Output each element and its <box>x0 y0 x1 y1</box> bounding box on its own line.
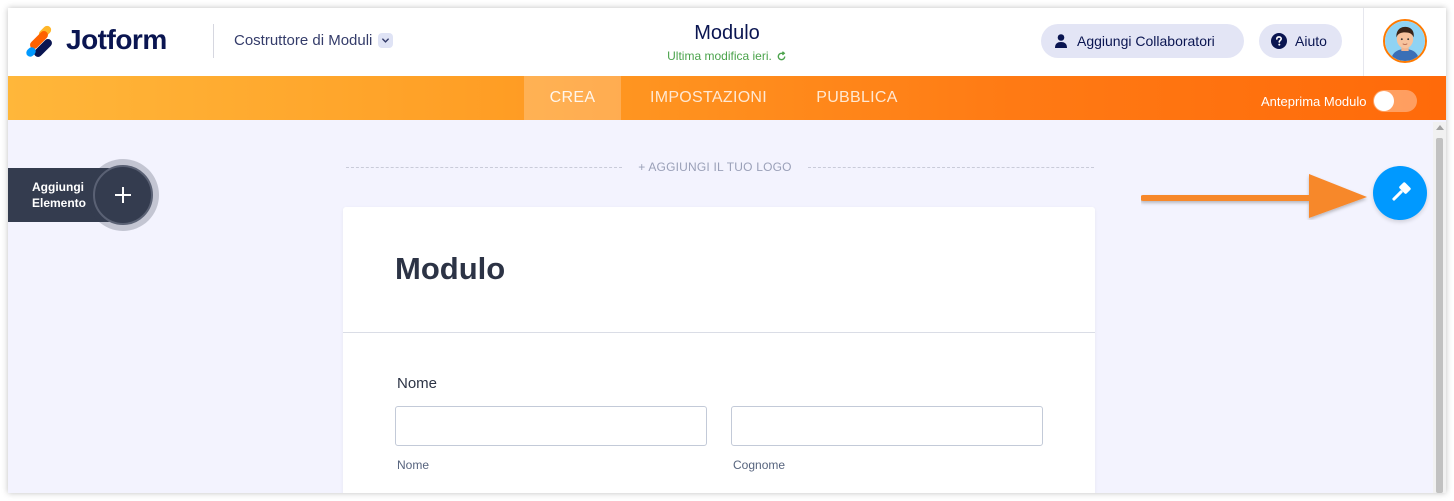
first-name-input[interactable] <box>395 406 707 446</box>
main-nav: CREA IMPOSTAZIONI PUBBLICA Anteprima Mod… <box>8 76 1446 120</box>
question-icon <box>1271 33 1287 49</box>
paint-roller-icon <box>1392 182 1411 201</box>
last-modified[interactable]: Ultima modifica ieri. <box>667 49 787 63</box>
add-collaborators-button[interactable]: Aggiungi Collaboratori <box>1041 24 1244 58</box>
plus-icon <box>115 187 131 203</box>
add-logo-link[interactable]: + AGGIUNGI IL TUO LOGO <box>622 160 808 174</box>
app-window: Jotform Costruttore di Moduli Modulo Ult… <box>8 8 1446 493</box>
name-field-label[interactable]: Nome <box>397 375 437 392</box>
form-designer-button[interactable] <box>1373 166 1427 220</box>
form-heading-divider <box>343 332 1095 333</box>
user-avatar[interactable] <box>1383 19 1427 63</box>
form-preview-toggle-area: Anteprima Modulo <box>1261 90 1417 112</box>
avatar-image <box>1385 21 1425 61</box>
add-collaborators-label: Aggiungi Collaboratori <box>1077 33 1215 49</box>
tab-impostazioni[interactable]: IMPOSTAZIONI <box>621 76 796 120</box>
help-label: Aiuto <box>1295 33 1327 49</box>
help-button[interactable]: Aiuto <box>1259 24 1342 58</box>
header-separator <box>1363 8 1364 76</box>
add-element-button[interactable] <box>93 165 153 225</box>
toggle-knob <box>1373 91 1394 111</box>
last-name-input[interactable] <box>731 406 1043 446</box>
refresh-icon <box>777 50 786 60</box>
top-bar: Jotform Costruttore di Moduli Modulo Ult… <box>8 8 1446 76</box>
scrollbar-thumb[interactable] <box>1436 138 1443 493</box>
last-name-sublabel: Cognome <box>733 458 786 472</box>
form-heading[interactable]: Modulo <box>395 251 505 287</box>
add-element-control[interactable]: Aggiungi Elemento <box>8 159 159 231</box>
user-icon <box>1055 34 1067 48</box>
tab-pubblica[interactable]: PUBBLICA <box>796 76 918 120</box>
pointer-arrow-icon <box>1141 174 1367 218</box>
logo-dashed-line-right <box>808 167 1094 168</box>
logo-dashed-line-left <box>346 167 622 168</box>
first-name-sublabel: Nome <box>397 458 430 472</box>
form-preview-label: Anteprima Modulo <box>1261 93 1367 109</box>
form-card: Modulo Nome Nome Cognome <box>343 207 1095 493</box>
last-modified-text: Ultima modifica ieri. <box>667 49 772 63</box>
scroll-up-arrow-icon[interactable] <box>1436 125 1444 130</box>
form-preview-toggle[interactable] <box>1372 90 1417 112</box>
tab-crea[interactable]: CREA <box>524 76 621 120</box>
